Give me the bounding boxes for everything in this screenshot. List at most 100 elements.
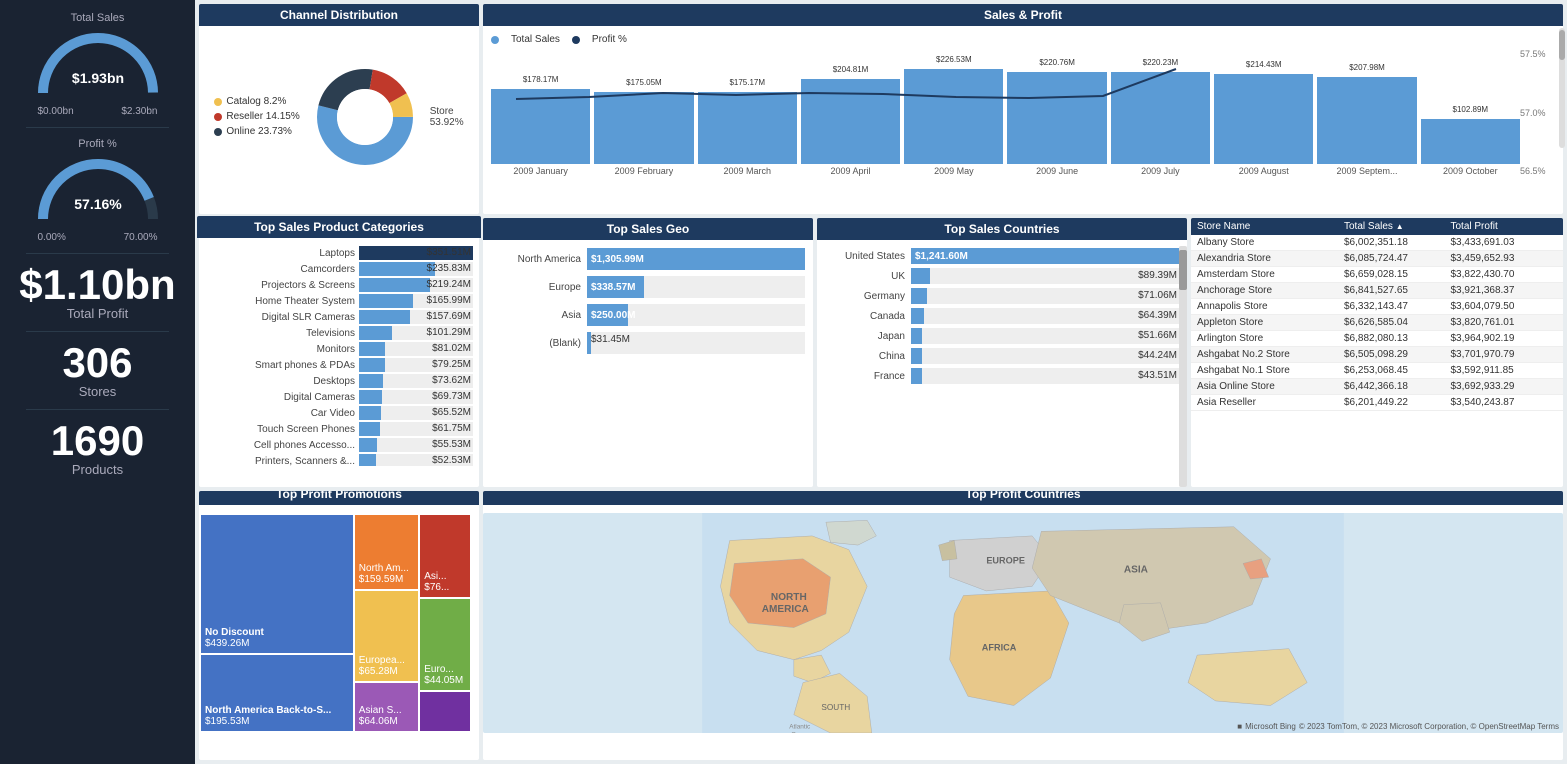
cat-smartphones: Smart phones & PDAs $79.25M	[205, 358, 473, 372]
svg-text:EUROPE: EUROPE	[986, 555, 1025, 565]
cat-printers: Printers, Scanners &... $52.53M	[205, 454, 473, 466]
catalog-dot	[214, 98, 222, 106]
online-dot	[214, 128, 222, 136]
reseller-dot	[214, 113, 222, 121]
bar-may: $226.53M 2009 May	[904, 69, 1003, 176]
svg-text:AFRICA: AFRICA	[982, 643, 1017, 653]
svg-text:Atlantic: Atlantic	[789, 723, 811, 730]
bar-mar: $175.17M 2009 March	[698, 92, 797, 176]
total-sales-label: Total Sales	[8, 12, 187, 24]
bar-apr: $204.81M 2009 April	[801, 79, 900, 176]
profit-legend-dot	[572, 36, 580, 44]
bottom-row: Top Profit Promotions No Discount $439.2…	[199, 491, 1563, 760]
reseller-label: Reseller 14.15%	[214, 111, 299, 122]
table-row: Anchorage Store$6,841,527.65$3,921,368.3…	[1191, 283, 1563, 299]
country-list: United States $1,241.60M UK $89.39M	[825, 248, 1179, 384]
stores-section: 306 Stores	[8, 342, 187, 399]
svg-text:57.16%: 57.16%	[74, 196, 122, 212]
table-row: Albany Store$6,002,351.18$3,433,691.03	[1191, 235, 1563, 251]
divider-1	[26, 127, 169, 128]
bar-chart-area: $178.17M 2009 January $175.05M 2009 Febr…	[491, 49, 1555, 194]
tm-extra[interactable]	[420, 692, 470, 731]
svg-text:SOUTH: SOUTH	[821, 703, 850, 712]
donut-chart	[310, 62, 420, 172]
tm-euro[interactable]: Euro... $44.05M	[420, 599, 470, 690]
channel-distribution-panel: Channel Distribution Catalog 8.2% Resell…	[199, 4, 479, 214]
map-attribution: ■ Microsoft Bing © 2023 TomTom, © 2023 M…	[1237, 722, 1559, 731]
svg-text:AMERICA: AMERICA	[762, 604, 810, 615]
divider-2	[26, 253, 169, 254]
divider-4	[26, 409, 169, 410]
total-profit-label: Total Profit	[8, 306, 187, 321]
cat-monitors: Monitors $81.02M	[205, 342, 473, 356]
profit-legend-label: Profit %	[592, 34, 627, 45]
country-cn: China $44.24M	[825, 348, 1179, 364]
profit-range: 0.00% 70.00%	[38, 232, 158, 243]
country-fr: France $43.51M	[825, 368, 1179, 384]
col-scroll	[1551, 218, 1563, 235]
svg-text:$1.93bn: $1.93bn	[71, 70, 123, 86]
svg-text:ASIA: ASIA	[1124, 565, 1149, 576]
store-table-panel: Store Name Total Sales ▲ Total Profit Al…	[1191, 218, 1563, 487]
treemap-right: Asi... $76... Euro... $44.05M	[420, 515, 470, 731]
table-row: Annapolis Store$6,332,143.47$3,604,079.5…	[1191, 299, 1563, 315]
geo-blank: (Blank) $31.45M	[491, 332, 805, 354]
country-de: Germany $71.06M	[825, 288, 1179, 304]
product-categories-title: Top Sales Product Categories	[197, 216, 481, 238]
category-list: Laptops $351.51M Camcorders $235.83M Pro…	[205, 246, 473, 466]
cat-digcam: Digital Cameras $69.73M	[205, 390, 473, 404]
profit-pct-section: Profit % 57.16% 0.00% 70.00%	[8, 138, 187, 243]
tm-asian-s[interactable]: Asian S... $64.06M	[355, 683, 418, 731]
catalog-label: Catalog 8.2%	[214, 96, 299, 107]
cat-home-theater: Home Theater System $165.99M	[205, 294, 473, 308]
tm-north-am[interactable]: North Am... $159.59M	[355, 515, 418, 589]
bar-jul: $220.23M 2009 July	[1111, 72, 1210, 176]
scrollbar-thumb[interactable]	[1179, 250, 1187, 290]
treemap: No Discount $439.26M North America Back-…	[199, 513, 479, 733]
bars-container: $178.17M 2009 January $175.05M 2009 Febr…	[491, 49, 1520, 194]
scrollbar[interactable]	[1179, 246, 1187, 487]
top-sales-geo-panel: Top Sales Geo North America $1,305.99M E…	[483, 218, 813, 487]
divider-3	[26, 331, 169, 332]
cat-cellphone: Cell phones Accesso... $55.53M	[205, 438, 473, 452]
sales-legend-dot	[491, 36, 499, 44]
top-profit-promotions-panel: Top Profit Promotions No Discount $439.2…	[199, 491, 479, 760]
table-row: Ashgabat No.2 Store$6,505,098.29$3,701,9…	[1191, 347, 1563, 363]
top-sales-geo-title: Top Sales Geo	[483, 218, 813, 240]
total-profit-value: $1.10bn	[8, 264, 187, 306]
channel-distribution-title: Channel Distribution	[199, 4, 479, 26]
stores-label: Stores	[8, 384, 187, 399]
profit-label: Profit %	[8, 138, 187, 150]
store-table: Store Name Total Sales ▲ Total Profit Al…	[1191, 218, 1563, 411]
table-row: Arlington Store$6,882,080.13$3,964,902.1…	[1191, 331, 1563, 347]
table-row: Alexandria Store$6,085,724.47$3,459,652.…	[1191, 251, 1563, 267]
cat-camcorders: Camcorders $235.83M	[205, 262, 473, 276]
sales-profit-panel: Sales & Profit Total Sales Profit % $178…	[483, 4, 1563, 214]
total-profit-section: $1.10bn Total Profit	[8, 264, 187, 321]
tm-na-back[interactable]: North America Back-to-S... $195.53M	[201, 655, 353, 731]
table-row: Asia Online Store$6,442,366.18$3,692,933…	[1191, 379, 1563, 395]
tm-europea[interactable]: Europea... $65.28M	[355, 591, 418, 682]
bar-sep: $207.98M 2009 Septem...	[1317, 77, 1416, 176]
product-categories-panel: Top Sales Product Categories Laptops $35…	[199, 218, 479, 487]
tm-asi[interactable]: Asi... $76...	[420, 515, 470, 597]
bar-jan: $178.17M 2009 January	[491, 89, 590, 176]
cat-projectors: Projectors & Screens $219.24M	[205, 278, 473, 292]
top-profit-countries-panel: Top Profit Countries	[483, 491, 1563, 760]
top-row: Channel Distribution Catalog 8.2% Resell…	[199, 4, 1563, 214]
cat-carvideo: Car Video $65.52M	[205, 406, 473, 420]
middle-row: Top Sales Product Categories Laptops $35…	[199, 218, 1563, 487]
top-profit-countries-title: Top Profit Countries	[483, 491, 1563, 505]
cat-desktops: Desktops $73.62M	[205, 374, 473, 388]
table-row: Amsterdam Store$6,659,028.15$3,822,430.7…	[1191, 267, 1563, 283]
tm-no-discount[interactable]: No Discount $439.26M	[201, 515, 353, 653]
col-store-name: Store Name	[1191, 218, 1338, 235]
top-sales-countries-panel: Top Sales Countries United States $1,241…	[817, 218, 1187, 487]
chart-legend: Total Sales Profit %	[491, 34, 1555, 45]
svg-text:NORTH: NORTH	[771, 592, 807, 603]
treemap-mid: North Am... $159.59M Europea... $65.28M …	[355, 515, 418, 731]
country-jp: Japan $51.66M	[825, 328, 1179, 344]
country-ca: Canada $64.39M	[825, 308, 1179, 324]
products-label: Products	[8, 462, 187, 477]
cat-touchscreen: Touch Screen Phones $61.75M	[205, 422, 473, 436]
